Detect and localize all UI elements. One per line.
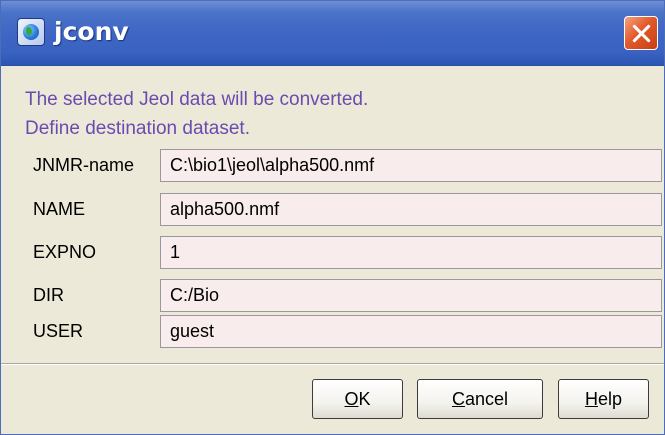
close-icon[interactable] [624, 16, 658, 50]
form-row-jnmr-name: JNMR-name C:\bio1\jeol\alpha500.nmf [25, 149, 665, 182]
jnmr-name-label: JNMR-name [33, 155, 135, 175]
message-line-1: The selected Jeol data will be converted… [25, 89, 369, 110]
message: The selected Jeol data will be converted… [25, 85, 368, 143]
user-field[interactable]: guest [160, 315, 662, 348]
ok-mnemonic: O [344, 389, 359, 409]
form-row-user: USER guest [25, 315, 665, 348]
help-label-rest: elp [597, 389, 623, 409]
ok-label-rest: K [358, 389, 371, 409]
jconv-dialog: jconv The selected Jeol data will be con… [0, 0, 665, 435]
message-line-2: Define destination dataset. [25, 118, 250, 139]
cancel-button[interactable]: Cancel [417, 379, 543, 419]
cancel-label-rest: ancel [464, 389, 509, 409]
dir-field[interactable]: C:/Bio [160, 279, 662, 312]
expno-field[interactable]: 1 [160, 236, 662, 269]
window-title: jconv [54, 17, 129, 46]
globe-icon [17, 18, 45, 46]
button-separator [1, 363, 664, 365]
globe-land [26, 27, 32, 35]
name-label: NAME [33, 199, 86, 219]
user-label: USER [33, 321, 84, 341]
ok-button[interactable]: OK [312, 379, 403, 419]
dir-label: DIR [33, 285, 64, 305]
expno-label: EXPNO [33, 242, 97, 262]
help-mnemonic: H [584, 389, 598, 409]
name-field[interactable]: alpha500.nmf [160, 193, 662, 226]
form-row-expno: EXPNO 1 [25, 236, 665, 269]
form-row-dir: DIR C:/Bio [25, 279, 665, 312]
jnmr-name-field[interactable]: C:\bio1\jeol\alpha500.nmf [160, 149, 662, 182]
cancel-mnemonic: C [451, 389, 465, 409]
title-bar[interactable]: jconv [1, 1, 664, 66]
help-button[interactable]: Help [558, 379, 649, 419]
form-row-name: NAME alpha500.nmf [25, 193, 665, 226]
